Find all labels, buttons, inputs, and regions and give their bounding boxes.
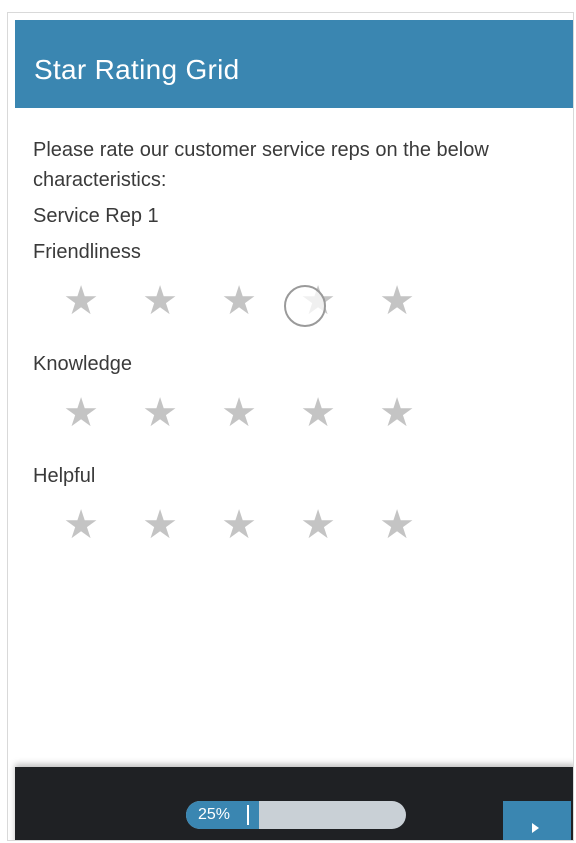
question-content: Please rate our customer service reps on… [33, 135, 553, 575]
star-icon[interactable]: ★ [217, 503, 261, 547]
next-button[interactable] [503, 801, 571, 840]
question-text: Please rate our customer service reps on… [33, 139, 489, 191]
star-icon[interactable]: ★ [138, 503, 182, 547]
star-icon[interactable]: ★ [217, 279, 261, 323]
star-icon[interactable]: ★ [59, 391, 103, 435]
star-rating-helpful: ★ ★ ★ ★ ★ [33, 489, 553, 575]
survey-footer: 25% [15, 767, 573, 840]
star-icon[interactable]: ★ [375, 391, 419, 435]
star-icon[interactable]: ★ [296, 503, 340, 547]
survey-frame: Star Rating Grid Please rate our custome… [7, 12, 574, 841]
subsection-label: Service Rep 1 [33, 205, 159, 227]
star-rating-friendliness: ★ ★ ★ ★ ★ [33, 265, 553, 351]
star-icon[interactable]: ★ [59, 503, 103, 547]
row-label-helpful: Helpful [33, 465, 96, 487]
survey-header: Star Rating Grid [15, 20, 573, 108]
progress-bar: 25% [186, 801, 406, 829]
star-icon[interactable]: ★ [375, 279, 419, 323]
star-icon[interactable]: ★ [138, 279, 182, 323]
star-rating-knowledge: ★ ★ ★ ★ ★ [33, 377, 553, 463]
star-icon[interactable]: ★ [375, 503, 419, 547]
star-icon[interactable]: ★ [59, 279, 103, 323]
row-label-knowledge: Knowledge [33, 353, 132, 375]
row-label-friendliness: Friendliness [33, 241, 141, 263]
progress-label: 25% [198, 806, 231, 823]
page-title: Star Rating Grid [34, 54, 240, 85]
play-icon [532, 823, 539, 833]
star-icon[interactable]: ★ [296, 279, 340, 323]
progress-divider [247, 805, 249, 825]
star-icon[interactable]: ★ [296, 391, 340, 435]
star-icon[interactable]: ★ [138, 391, 182, 435]
star-icon[interactable]: ★ [217, 391, 261, 435]
